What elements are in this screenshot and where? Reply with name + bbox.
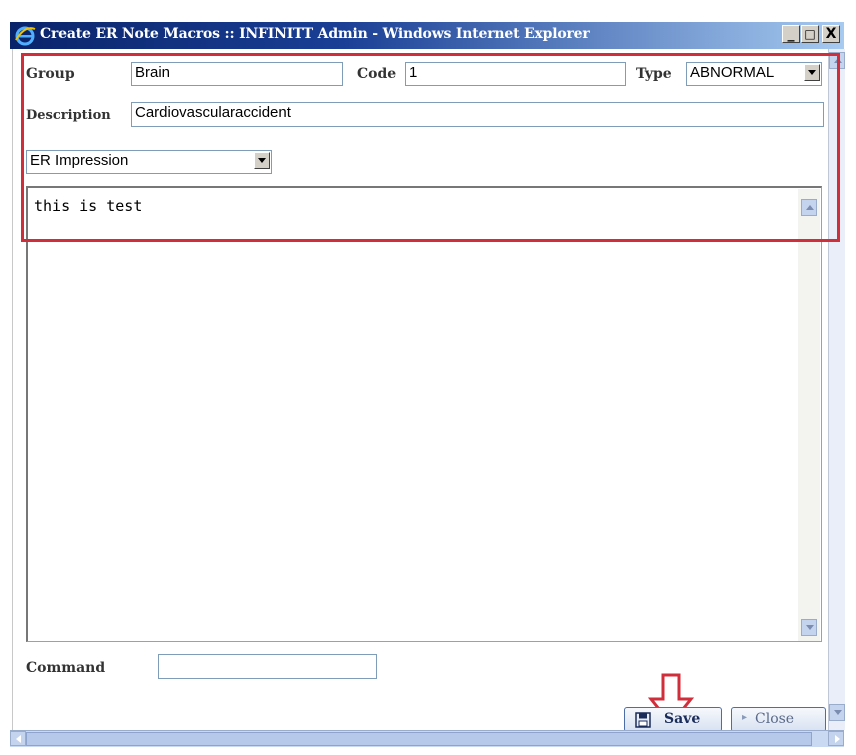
close-button[interactable]: ▸ Close — [731, 707, 826, 732]
page-vertical-scrollbar[interactable] — [828, 49, 845, 730]
save-button[interactable]: Save — [624, 707, 722, 732]
description-field[interactable]: Cardiovascularaccident — [131, 102, 824, 127]
macro-text-editor[interactable]: this is test — [26, 186, 822, 642]
code-field[interactable]: 1 — [405, 62, 626, 86]
chevron-down-icon[interactable] — [804, 64, 820, 81]
window-titlebar[interactable]: Create ER Note Macros :: INFINITT Admin … — [10, 22, 844, 49]
scroll-right-button[interactable] — [828, 731, 844, 746]
browser-window: Create ER Note Macros :: INFINITT Admin … — [0, 0, 856, 755]
command-label: Command — [26, 660, 106, 676]
chevron-down-icon[interactable] — [254, 152, 270, 169]
code-label: Code — [357, 66, 397, 82]
group-field[interactable]: Brain — [131, 62, 343, 86]
maximize-button[interactable]: □ — [801, 25, 819, 43]
type-select-value: ABNORMAL — [690, 64, 775, 81]
scroll-up-button[interactable] — [801, 199, 817, 216]
play-arrow-icon: ▸ — [742, 712, 748, 723]
group-label: Group — [26, 66, 75, 82]
type-select[interactable]: ABNORMAL — [686, 62, 822, 86]
internet-explorer-icon — [15, 26, 36, 46]
scroll-up-button[interactable] — [829, 52, 845, 69]
save-button-label: Save — [664, 711, 701, 727]
close-button-label: Close — [755, 711, 795, 727]
description-label: Description — [26, 108, 111, 123]
scroll-thumb[interactable] — [26, 732, 812, 746]
minimize-button[interactable]: _ — [782, 25, 800, 43]
editor-content: this is test — [34, 197, 143, 215]
scroll-left-button[interactable] — [10, 731, 26, 746]
close-window-button[interactable]: X — [822, 25, 840, 43]
floppy-disk-icon — [635, 712, 651, 728]
command-field[interactable] — [158, 654, 377, 679]
section-select[interactable]: ER Impression — [26, 150, 272, 174]
scroll-down-button[interactable] — [801, 619, 817, 636]
editor-scrollbar[interactable] — [798, 189, 820, 641]
window-title: Create ER Note Macros :: INFINITT Admin … — [40, 26, 590, 42]
type-label: Type — [636, 66, 672, 82]
section-select-value: ER Impression — [30, 152, 129, 169]
scroll-down-button[interactable] — [829, 704, 845, 721]
page-horizontal-scrollbar[interactable] — [10, 730, 844, 747]
